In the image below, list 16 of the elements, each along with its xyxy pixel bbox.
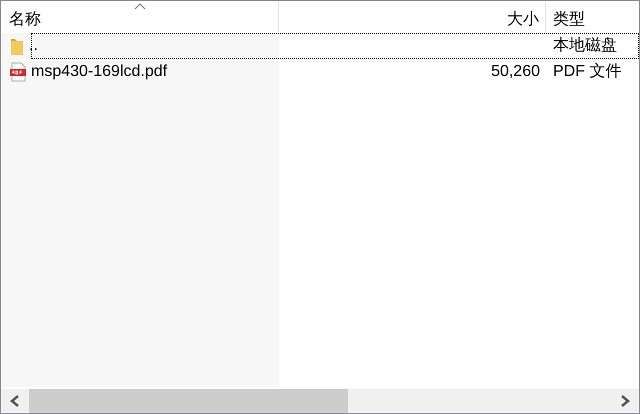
column-label: 大小: [507, 10, 539, 30]
scroll-left-icon[interactable]: [9, 394, 21, 408]
file-name: msp430-169lcd.pdf: [31, 62, 168, 82]
pdf-file-icon: [9, 62, 27, 82]
scroll-right-icon[interactable]: [619, 394, 631, 408]
file-row[interactable]: msp430-169lcd.pdf 50,260 PDF 文件: [1, 59, 639, 85]
file-size: 50,260: [491, 63, 540, 80]
file-type: PDF 文件: [553, 63, 622, 80]
column-label: 名称: [9, 10, 41, 30]
column-header[interactable]: 类型: [546, 1, 639, 33]
column-label: 类型: [553, 10, 585, 30]
column-header[interactable]: 大小: [279, 1, 546, 33]
file-type: 本地磁盘: [553, 37, 617, 54]
scrollbar-thumb[interactable]: [29, 389, 348, 413]
horizontal-scrollbar[interactable]: [1, 387, 639, 413]
folder-icon: [9, 37, 25, 55]
